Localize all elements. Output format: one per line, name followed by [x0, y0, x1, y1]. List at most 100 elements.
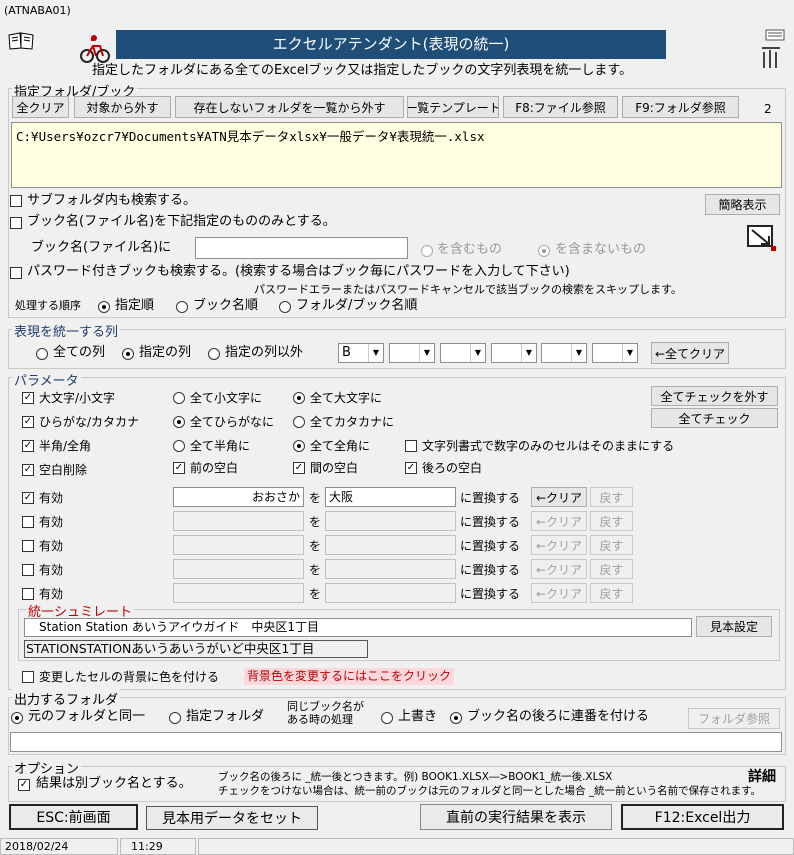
clear-all-button[interactable]: 全クリア: [12, 96, 69, 118]
replace-from-input[interactable]: [173, 559, 304, 579]
bookname-only-checkbox[interactable]: [10, 217, 22, 229]
replace-wo-label: を: [309, 587, 322, 601]
bgcolor-checkbox[interactable]: [22, 671, 34, 683]
replace-undo-button[interactable]: 戻す: [590, 583, 633, 603]
remove-missing-folders-button[interactable]: 存在しないフォルダを一覧から外す: [175, 96, 404, 118]
uncheck-all-button[interactable]: 全てチェックを外す: [651, 386, 778, 406]
column-select-5[interactable]: ▼: [541, 343, 587, 363]
width-checkbox[interactable]: ✓: [22, 440, 34, 452]
inner-space-checkbox[interactable]: ✓: [293, 462, 305, 474]
f8-file-browse-button[interactable]: F8:ファイル参照: [503, 96, 618, 118]
replace-to-input[interactable]: [325, 559, 456, 579]
overwrite-radio[interactable]: [381, 712, 393, 724]
remove-target-button[interactable]: 対象から外す: [74, 96, 171, 118]
bookname-only-label: ブック名(ファイル名)を下記指定のもののみとする。: [27, 214, 336, 229]
halfwidth-label: 全て半角に: [190, 439, 251, 453]
fullwidth-radio[interactable]: [293, 440, 305, 452]
replace-clear-button[interactable]: ←クリア: [531, 559, 587, 579]
uppercase-radio[interactable]: [293, 392, 305, 404]
replace-to-input[interactable]: 大阪: [325, 487, 456, 507]
replace-from-input[interactable]: おおさか: [173, 487, 304, 507]
hiragana-radio[interactable]: [173, 416, 185, 428]
replace-to-input[interactable]: [325, 583, 456, 603]
replace-from-input[interactable]: [173, 583, 304, 603]
replace-to-input[interactable]: [325, 535, 456, 555]
replace-clear-button[interactable]: ←クリア: [531, 535, 587, 555]
book-icon[interactable]: [8, 32, 34, 50]
status-date: 2018/02/24: [0, 838, 118, 855]
except-columns-radio[interactable]: [208, 348, 220, 360]
password-checkbox[interactable]: [10, 267, 22, 279]
contains-label: を含むもの: [437, 242, 503, 257]
replace-enable-checkbox[interactable]: [22, 564, 34, 576]
same-name-label-2: ある時の処理: [287, 713, 353, 726]
column-select-2[interactable]: ▼: [389, 343, 435, 363]
serial-radio[interactable]: [450, 712, 462, 724]
clip-icon[interactable]: [758, 28, 790, 70]
not-contains-radio[interactable]: [538, 245, 550, 257]
replace-clear-button[interactable]: ←クリア: [531, 583, 587, 603]
list-template-button[interactable]: 一覧テンプレート: [407, 96, 499, 118]
detail-link[interactable]: 詳細: [748, 769, 776, 785]
replace-suffix-label: に置換する: [460, 491, 521, 505]
replace-to-input[interactable]: [325, 511, 456, 531]
replace-enable-label: 有効: [39, 515, 64, 529]
replace-clear-button[interactable]: ←クリア: [531, 511, 587, 531]
esc-back-button[interactable]: ESC:前画面: [9, 804, 138, 830]
column-select-6[interactable]: ▼: [592, 343, 638, 363]
f12-excel-output-button[interactable]: F12:Excel出力: [621, 804, 784, 830]
all-columns-radio[interactable]: [36, 348, 48, 360]
output-same-radio[interactable]: [11, 712, 23, 724]
replace-undo-button[interactable]: 戻す: [590, 535, 633, 555]
case-checkbox[interactable]: ✓: [22, 392, 34, 404]
replace-enable-checkbox[interactable]: [22, 540, 34, 552]
f9-folder-browse-button[interactable]: F9:フォルダ参照: [622, 96, 739, 118]
output-folder-browse-button[interactable]: フォルダ参照: [688, 708, 780, 729]
subfolder-checkbox[interactable]: [10, 195, 22, 207]
leading-space-checkbox[interactable]: ✓: [173, 462, 185, 474]
simulate-input[interactable]: Station Station あいうアイウガイド 中央区1丁目: [24, 618, 692, 637]
simple-view-button[interactable]: 簡略表示: [705, 194, 780, 215]
sample-setting-button[interactable]: 見本設定: [696, 616, 772, 637]
replace-enable-checkbox[interactable]: [22, 588, 34, 600]
folder-list-item[interactable]: C:¥Users¥ozcr7¥Documents¥ATN見本データxlsx¥一般…: [16, 129, 485, 144]
separate-book-checkbox[interactable]: ✓: [18, 779, 30, 791]
check-all-button[interactable]: 全てチェック: [651, 408, 778, 428]
export-icon[interactable]: [745, 222, 777, 252]
lowercase-radio[interactable]: [173, 392, 185, 404]
uppercase-label: 全て大文字に: [310, 391, 383, 405]
contains-radio[interactable]: [421, 245, 433, 257]
replace-enable-checkbox[interactable]: [22, 516, 34, 528]
column-select-1[interactable]: B ▼: [338, 343, 384, 363]
trailing-space-checkbox[interactable]: ✓: [405, 462, 417, 474]
halfwidth-radio[interactable]: [173, 440, 185, 452]
replace-enable-checkbox[interactable]: ✓: [22, 492, 34, 504]
output-specified-radio[interactable]: [169, 712, 181, 724]
order-label: 処理する順序: [15, 299, 81, 312]
replace-clear-button[interactable]: ←クリア: [531, 487, 587, 507]
set-sample-data-button[interactable]: 見本用データをセット: [146, 806, 318, 830]
output-path-input[interactable]: [10, 732, 782, 752]
replace-from-input[interactable]: [173, 511, 304, 531]
replace-undo-button[interactable]: 戻す: [590, 487, 633, 507]
options-note-1: ブック名の後ろに _統一後とつきます。例) BOOK1.XLSX―>BOOK1_…: [218, 771, 613, 783]
column-select-3[interactable]: ▼: [440, 343, 486, 363]
replace-undo-button[interactable]: 戻す: [590, 559, 633, 579]
clear-all-columns-button[interactable]: ←全てクリア: [651, 342, 729, 364]
order-folder-bookname-radio[interactable]: [279, 301, 291, 313]
keep-numeric-checkbox[interactable]: [405, 440, 417, 452]
replace-undo-button[interactable]: 戻す: [590, 511, 633, 531]
space-remove-checkbox[interactable]: ✓: [22, 464, 34, 476]
order-specified-radio[interactable]: [98, 301, 110, 313]
column-select-4[interactable]: ▼: [491, 343, 537, 363]
folder-list[interactable]: C:¥Users¥ozcr7¥Documents¥ATN見本データxlsx¥一般…: [11, 122, 782, 188]
bgcolor-link[interactable]: 背景色を変更するにはここをクリック: [244, 668, 455, 685]
show-last-result-button[interactable]: 直前の実行結果を表示: [420, 804, 612, 830]
order-bookname-radio[interactable]: [176, 301, 188, 313]
bookname-input[interactable]: [195, 237, 408, 259]
specified-columns-radio[interactable]: [122, 348, 134, 360]
header-description: 指定したフォルダにある全てのExcelブック又は指定したブックの文字列表現を統一…: [92, 63, 633, 78]
replace-from-input[interactable]: [173, 535, 304, 555]
katakana-radio[interactable]: [293, 416, 305, 428]
kana-checkbox[interactable]: ✓: [22, 416, 34, 428]
